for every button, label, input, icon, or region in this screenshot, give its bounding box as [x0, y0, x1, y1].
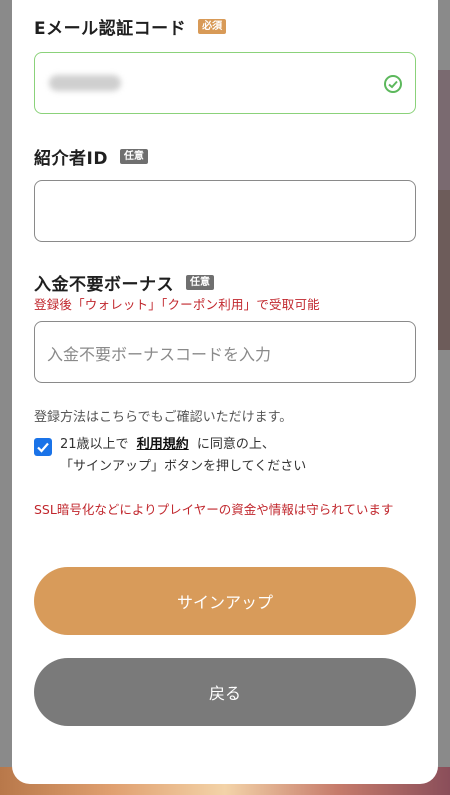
optional-badge: 任意	[119, 149, 148, 164]
background-strip-top	[438, 70, 450, 190]
referrer-label-row: 紹介者ID 任意	[34, 144, 148, 169]
referrer-input[interactable]	[34, 180, 416, 242]
background-strip-middle	[438, 190, 450, 350]
email-code-input[interactable]	[34, 52, 416, 114]
email-code-label: Eメール認証コード	[34, 19, 187, 39]
agreement-prefix: 21歳以上で	[60, 437, 129, 452]
modal-content: Eメール認証コード 必須 紹介者ID 任意 入金不要ボーナス 任意 登録後「ウォ…	[34, 0, 416, 784]
back-button[interactable]: 戻る	[34, 658, 416, 726]
required-badge: 必須	[198, 19, 227, 34]
optional-badge: 任意	[186, 275, 214, 290]
agreement-suffix: に同意の上、	[196, 437, 275, 452]
bonus-code-input[interactable]: 入金不要ボーナスコードを入力	[34, 321, 416, 383]
checkmark-icon	[37, 442, 49, 453]
referrer-label: 紹介者ID	[34, 149, 108, 169]
agree-checkbox[interactable]	[34, 438, 52, 456]
agreement-line-2: 「サインアップ」ボタンを押してください	[60, 459, 307, 474]
bonus-label: 入金不要ボーナス	[34, 275, 174, 295]
email-code-label-row: Eメール認証コード 必須	[34, 14, 227, 39]
bonus-note: 登録後「ウォレット」「クーポン利用」で受取可能	[34, 297, 320, 312]
signup-modal: Eメール認証コード 必須 紹介者ID 任意 入金不要ボーナス 任意 登録後「ウォ…	[12, 0, 438, 784]
bonus-label-row: 入金不要ボーナス 任意	[34, 270, 214, 295]
agreement-line-1: 21歳以上で 利用規約 に同意の上、	[60, 434, 275, 456]
check-circle-icon	[384, 75, 402, 93]
email-code-value-blurred	[49, 75, 121, 91]
terms-link[interactable]: 利用規約	[137, 437, 189, 452]
ssl-security-note: SSL暗号化などによりプレイヤーの資金や情報は守られています	[34, 502, 394, 517]
bonus-code-placeholder: 入金不要ボーナスコードを入力	[47, 345, 272, 364]
signup-button[interactable]: サインアップ	[34, 567, 416, 635]
registration-info-text: 登録方法はこちらでもご確認いただけます。	[34, 410, 293, 425]
